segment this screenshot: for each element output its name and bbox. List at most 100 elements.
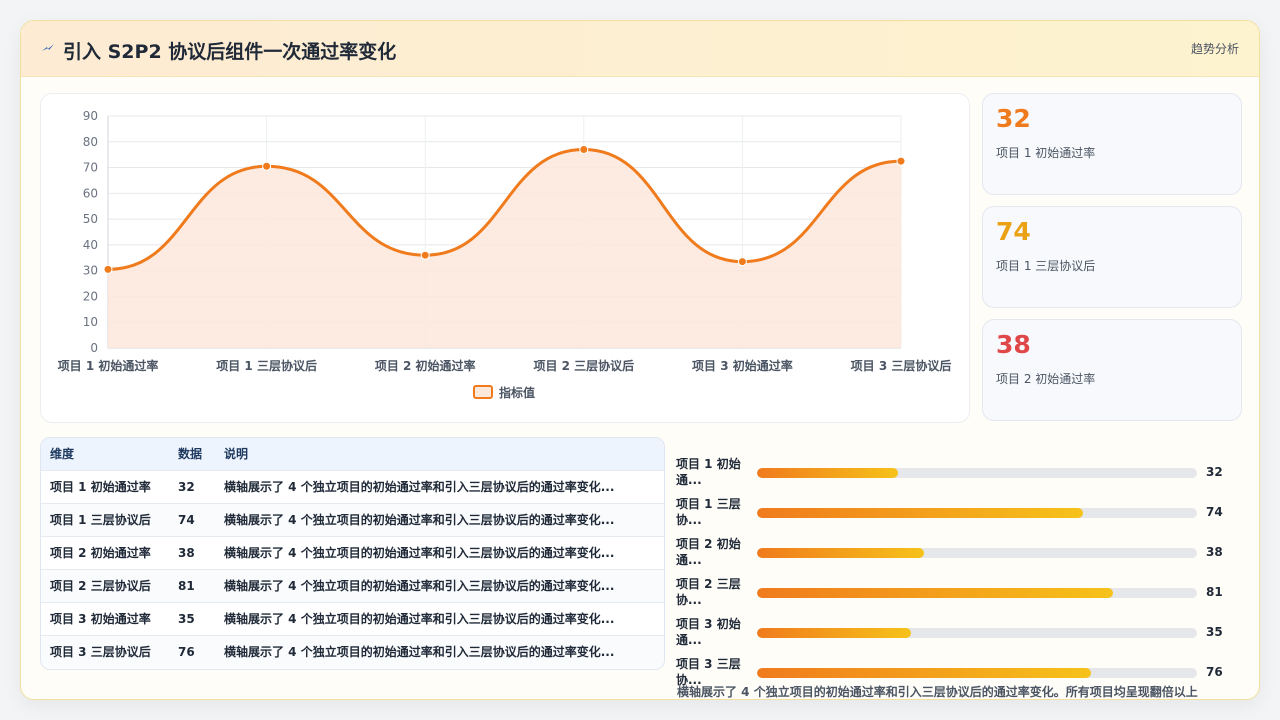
footnote: 横轴展示了 4 个独立项目的初始通过率和引入三层协议后的通过率变化。所有项目均呈… <box>677 685 1198 699</box>
table-row: 项目 3 三层协议后 76 横轴展示了 4 个独立项目的初始通过率和引入三层协议后的… <box>41 634 664 668</box>
data-table: 维度 数据 说明 项目 1 初始通过率 32 横轴展示了 4 个独立项目的初始通过率… <box>41 438 664 668</box>
legend-label: 指标值 <box>499 385 535 400</box>
bar-value: 35 <box>1206 625 1223 639</box>
bar-track <box>757 508 1197 518</box>
dashboard-card: 引入 S2P2 协议后组件一次通过率变化 趋势分析 0 10 20 30 40 50 60 7… <box>20 20 1260 700</box>
y-tick-label: 90 <box>83 109 98 123</box>
x-tick-label: 项目 3 三层协议后 <box>851 358 952 373</box>
bar-row: 项目 2 三层协... 81 <box>676 577 1241 613</box>
table-row: 项目 1 初始通过率 32 横轴展示了 4 个独立项目的初始通过率和引入三层协议后的… <box>41 469 664 503</box>
bar-label: 项目 2 初始通... <box>676 537 741 567</box>
header-bar: 引入 S2P2 协议后组件一次通过率变化 趋势分析 <box>21 21 1259 77</box>
legend-swatch <box>473 385 493 399</box>
bar-row: 项目 1 三层协... 74 <box>676 497 1241 533</box>
header-description: 说明 <box>224 447 249 462</box>
y-tick-label: 60 <box>83 186 98 200</box>
row-value: 32 <box>169 469 215 503</box>
bar-track <box>757 548 1197 558</box>
row-description: 横轴展示了 4 个独立项目的初始通过率和引入三层协议后的通过率变化... <box>215 568 664 602</box>
row-value: 74 <box>169 502 215 536</box>
kpi-card: 74 项目 1 三层协议后 <box>982 206 1242 308</box>
bar-fill <box>757 468 898 478</box>
table-row: 项目 1 三层协议后 74 横轴展示了 4 个独立项目的初始通过率和引入三层协议后的… <box>41 502 664 536</box>
bar-fill <box>757 588 1114 598</box>
data-table-panel: 维度 数据 说明 项目 1 初始通过率 32 横轴展示了 4 个独立项目的初始通过率… <box>40 437 665 670</box>
kpi-label: 项目 1 初始通过率 <box>996 146 1096 160</box>
data-point <box>262 161 272 171</box>
x-tick-label: 项目 3 初始通过率 <box>692 358 793 373</box>
row-value: 81 <box>169 568 215 602</box>
bar-fill <box>757 548 925 558</box>
bar-label: 项目 2 三层协... <box>676 577 741 607</box>
kpi-card: 32 项目 1 初始通过率 <box>982 93 1242 195</box>
x-tick-label: 项目 2 初始通过率 <box>375 358 476 373</box>
table-row: 项目 2 三层协议后 81 横轴展示了 4 个独立项目的初始通过率和引入三层协议后的… <box>41 568 664 602</box>
x-tick-label: 项目 1 三层协议后 <box>216 358 317 373</box>
bar-fill <box>757 508 1083 518</box>
bar-value: 76 <box>1206 665 1223 679</box>
bar-row: 项目 3 初始通... 35 <box>676 617 1241 653</box>
bar-track <box>757 588 1197 598</box>
y-tick-label: 30 <box>83 264 98 278</box>
trend-analysis-link[interactable]: 趋势分析 <box>1191 40 1239 57</box>
data-point <box>579 145 589 155</box>
data-point <box>737 257 747 267</box>
row-dimension: 项目 1 三层协议后 <box>41 502 169 536</box>
bar-label: 项目 3 初始通... <box>676 617 741 647</box>
y-tick-label: 40 <box>83 238 98 252</box>
kpi-value: 38 <box>996 330 1031 359</box>
bar-label: 项目 1 初始通... <box>676 457 741 487</box>
bar-fill <box>757 628 911 638</box>
data-point <box>420 250 430 260</box>
x-tick-label: 项目 2 三层协议后 <box>533 358 634 373</box>
row-description: 横轴展示了 4 个独立项目的初始通过率和引入三层协议后的通过率变化... <box>215 601 664 635</box>
kpi-value: 32 <box>996 104 1031 133</box>
bar-value: 32 <box>1206 465 1223 479</box>
y-tick-label: 20 <box>83 289 98 303</box>
series-area <box>108 149 901 348</box>
kpi-label: 项目 2 初始通过率 <box>996 372 1096 386</box>
table-header-row: 维度 数据 说明 <box>41 438 664 470</box>
bar-value: 38 <box>1206 545 1223 559</box>
x-tick-label: 项目 1 初始通过率 <box>58 358 159 373</box>
row-description: 横轴展示了 4 个独立项目的初始通过率和引入三层协议后的通过率变化... <box>215 502 664 536</box>
progress-bar-list: 项目 1 初始通... 32 项目 1 三层协... 74 项目 2 初始通... 38 项… <box>676 437 1241 687</box>
bar-fill <box>757 668 1092 678</box>
row-dimension: 项目 2 初始通过率 <box>41 535 169 569</box>
data-point <box>103 264 113 274</box>
row-dimension: 项目 3 初始通过率 <box>41 601 169 635</box>
y-tick-label: 50 <box>83 212 98 226</box>
row-description: 横轴展示了 4 个独立项目的初始通过率和引入三层协议后的通过率变化... <box>215 535 664 569</box>
y-tick-label: 10 <box>83 315 98 329</box>
bar-track <box>757 628 1197 638</box>
row-value: 35 <box>169 601 215 635</box>
y-tick-label: 80 <box>83 135 98 149</box>
row-description: 横轴展示了 4 个独立项目的初始通过率和引入三层协议后的通过率变化... <box>215 469 664 503</box>
y-tick-label: 70 <box>83 161 98 175</box>
bar-row: 项目 1 初始通... 32 <box>676 457 1241 493</box>
row-dimension: 项目 2 三层协议后 <box>41 568 169 602</box>
page-title: 引入 S2P2 协议后组件一次通过率变化 <box>63 41 397 63</box>
kpi-label: 项目 1 三层协议后 <box>996 259 1096 273</box>
kpi-value: 74 <box>996 217 1031 246</box>
lightning-icon <box>42 44 54 51</box>
data-point <box>896 156 906 166</box>
row-dimension: 项目 1 初始通过率 <box>41 469 169 503</box>
row-description: 横轴展示了 4 个独立项目的初始通过率和引入三层协议后的通过率变化... <box>215 634 664 668</box>
kpi-card: 38 项目 2 初始通过率 <box>982 319 1242 421</box>
line-chart-panel: 0 10 20 30 40 50 60 70 80 90 项目 1 初始通过率 项目 1 三层协议后 项… <box>40 93 970 423</box>
table-row: 项目 2 初始通过率 38 横轴展示了 4 个独立项目的初始通过率和引入三层协议后的… <box>41 535 664 569</box>
row-dimension: 项目 3 三层协议后 <box>41 634 169 668</box>
bar-track <box>757 468 1197 478</box>
y-tick-label: 0 <box>90 341 98 355</box>
table-row: 项目 3 初始通过率 35 横轴展示了 4 个独立项目的初始通过率和引入三层协议后的… <box>41 601 664 635</box>
header-data: 数据 <box>178 447 203 462</box>
bar-value: 74 <box>1206 505 1223 519</box>
bar-label: 项目 1 三层协... <box>676 497 741 527</box>
row-value: 76 <box>169 634 215 668</box>
header-dimension: 维度 <box>50 447 75 462</box>
line-chart: 0 10 20 30 40 50 60 70 80 90 项目 1 初始通过率 项目 1 三层协议后 项… <box>58 109 952 400</box>
bar-value: 81 <box>1206 585 1223 599</box>
row-value: 38 <box>169 535 215 569</box>
bar-track <box>757 668 1197 678</box>
